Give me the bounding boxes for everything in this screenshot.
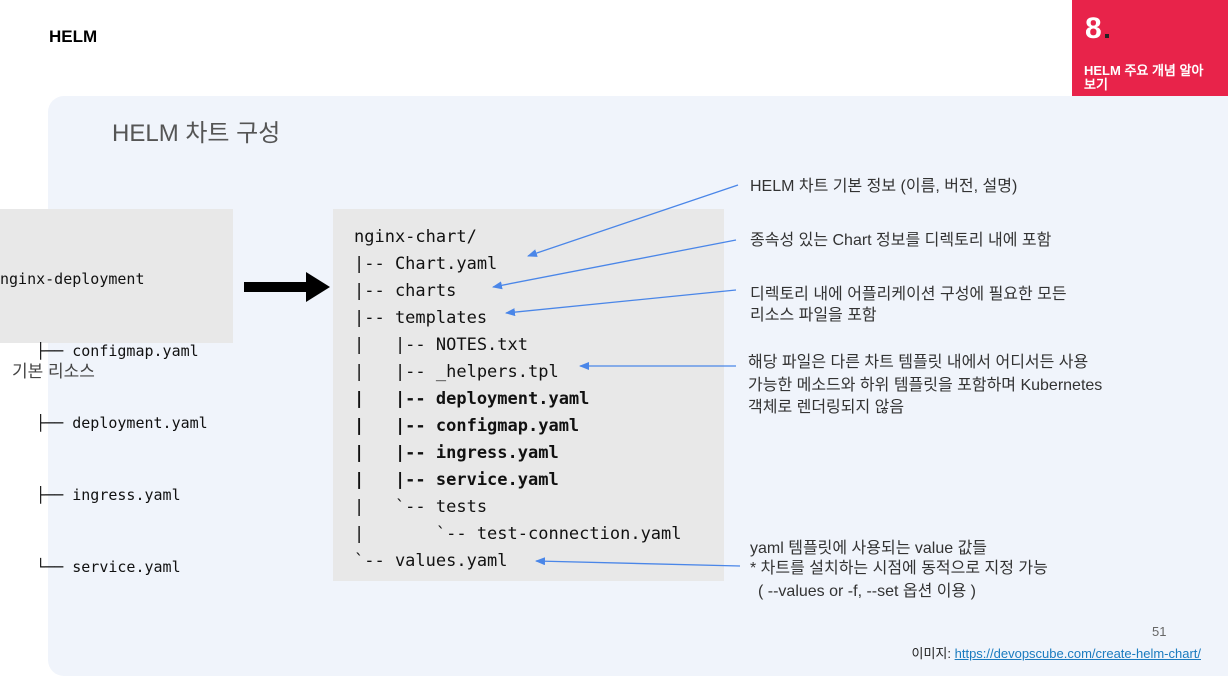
arrow-templates xyxy=(505,289,737,317)
image-credit: 이미지: https://devopscube.com/create-helm-… xyxy=(912,643,1202,662)
note-chart-yaml: HELM 차트 기본 정보 (이름, 버전, 설명) xyxy=(750,178,1018,195)
arrow-charts xyxy=(492,239,737,290)
note-helpers-line1: 해당 파일은 다른 차트 템플릿 내에서 어디서든 사용 xyxy=(748,354,1089,371)
note-templates-line1: 디렉토리 내에 어플리케이션 구성에 필요한 모든 xyxy=(750,286,1067,303)
credit-link[interactable]: https://devopscube.com/create-helm-chart… xyxy=(955,646,1201,661)
arrow-values xyxy=(535,557,741,567)
note-helpers-line2: 가능한 메소드와 하위 템플릿을 포함하며 Kubernetes xyxy=(748,377,1103,394)
note-charts: 종속성 있는 Chart 정보를 디렉토리 내에 포함 xyxy=(750,232,1052,249)
page-number: 51 xyxy=(1152,624,1167,639)
note-values-line2: * 차트를 설치하는 시점에 동적으로 지정 가능 xyxy=(750,560,1048,577)
note-templates-line2: 리소스 파일을 포함 xyxy=(750,307,877,324)
note-values-line3: ( --values or -f, --set 옵션 이용 ) xyxy=(758,583,977,600)
note-helpers-line3: 객체로 렌더링되지 않음 xyxy=(748,399,905,416)
credit-label: 이미지: xyxy=(911,646,955,661)
note-values-line1: yaml 템플릿에 사용되는 value 값들 xyxy=(750,540,988,557)
